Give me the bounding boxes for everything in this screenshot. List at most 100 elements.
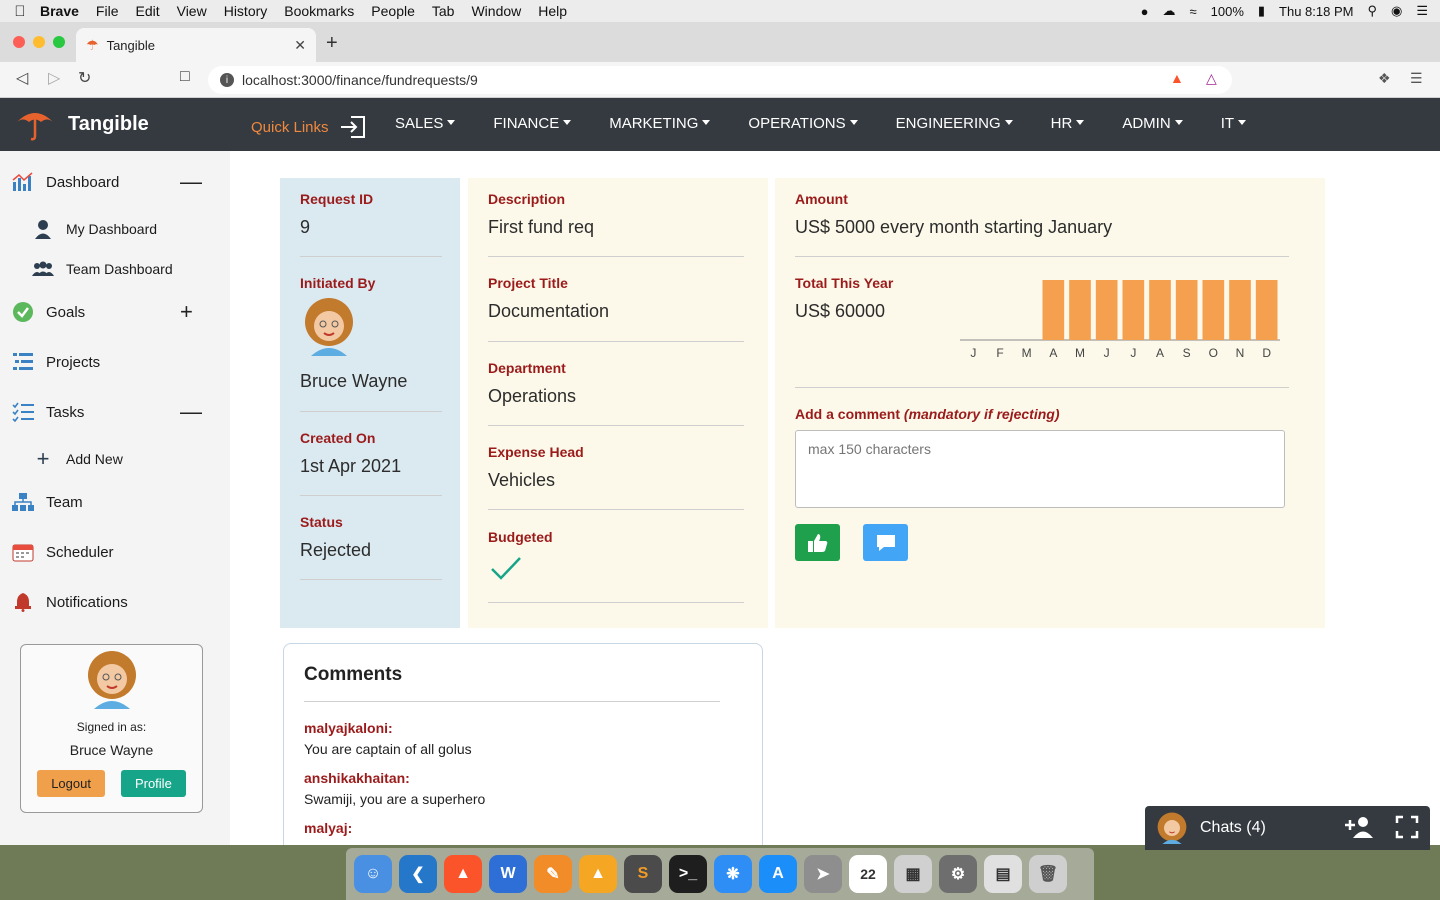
collapse-tasks-icon[interactable]: — — [180, 399, 202, 425]
clock[interactable]: Thu 8:18 PM — [1279, 4, 1353, 19]
trash-icon[interactable]: 🗑 — [1029, 855, 1067, 893]
menu-file[interactable]: File — [96, 3, 119, 19]
sidebar-item-notifications[interactable]: Notifications — [12, 591, 128, 613]
calendar-app-icon[interactable]: 22 — [849, 855, 887, 893]
system-preferences-icon[interactable]: ⚙ — [939, 855, 977, 893]
sidebar-label-dashboard[interactable]: Dashboard — [46, 174, 119, 191]
comment-textarea[interactable] — [795, 430, 1285, 508]
browser-menu-icon[interactable]: ☰ — [1410, 70, 1423, 87]
calculator-icon[interactable]: ▦ — [894, 855, 932, 893]
fullscreen-icon[interactable] — [1395, 815, 1419, 839]
sidebar-item-dashboard[interactable]: Dashboard — [12, 171, 119, 193]
menu-view[interactable]: View — [177, 3, 207, 19]
sign-in-icon[interactable] — [339, 115, 367, 139]
submit-comment-button[interactable] — [863, 524, 908, 561]
word-icon[interactable]: W — [489, 855, 527, 893]
siri-icon[interactable]: ◉ — [1391, 3, 1402, 19]
apple-icon[interactable]:  — [0, 3, 40, 20]
sidebar-item-team[interactable]: Team — [12, 491, 83, 513]
extensions-icon[interactable]: ❖ — [1378, 70, 1391, 87]
spotlight-icon[interactable]: ⚲ — [1367, 3, 1377, 19]
brave-shields-icon[interactable]: ▲ — [1170, 70, 1184, 86]
nav-it[interactable]: IT — [1221, 115, 1246, 132]
sidebar-label-team-dashboard[interactable]: Team Dashboard — [66, 261, 173, 277]
wifi-icon[interactable]: ≈ — [1189, 4, 1196, 19]
sidebar-label-notifications[interactable]: Notifications — [46, 594, 128, 611]
logout-button[interactable]: Logout — [37, 770, 105, 797]
sidebar-label-scheduler[interactable]: Scheduler — [46, 544, 114, 561]
reload-icon[interactable]: ↻ — [78, 68, 91, 88]
sidebar-label-my-dashboard[interactable]: My Dashboard — [66, 221, 157, 237]
nav-sales[interactable]: SALES — [395, 115, 455, 132]
menu-help[interactable]: Help — [538, 3, 567, 19]
finder-icon[interactable]: ☺ — [354, 855, 392, 893]
url-bar[interactable]: i localhost:3000/finance/fundrequests/9 — [208, 66, 1232, 94]
vscode-icon[interactable]: ❮ — [399, 855, 437, 893]
documents-folder-icon[interactable]: ▤ — [984, 855, 1022, 893]
back-icon[interactable]: ◁ — [16, 68, 28, 88]
terminal-icon[interactable]: >_ — [669, 855, 707, 893]
add-user-icon[interactable] — [1345, 815, 1375, 839]
notification-center-icon[interactable]: ☰ — [1416, 3, 1428, 19]
nav-finance[interactable]: FINANCE — [493, 115, 571, 132]
sidebar-item-tasks[interactable]: Tasks — [12, 401, 84, 423]
menu-history[interactable]: History — [224, 3, 268, 19]
sidebar-item-goals[interactable]: Goals — [12, 301, 85, 323]
launchpad-icon[interactable]: ➤ — [804, 855, 842, 893]
menu-tab[interactable]: Tab — [432, 3, 455, 19]
battery-percent[interactable]: 100% — [1211, 4, 1244, 19]
new-tab-icon[interactable]: + — [326, 32, 338, 55]
chat-widget[interactable]: Chats (4) — [1145, 806, 1430, 850]
sidebar-label-tasks[interactable]: Tasks — [46, 404, 84, 421]
pages-icon[interactable]: ✎ — [534, 855, 572, 893]
site-info-icon[interactable]: i — [220, 73, 234, 87]
nav-engineering[interactable]: ENGINEERING — [896, 115, 1013, 132]
quick-links[interactable]: Quick Links — [251, 115, 367, 139]
cloud-icon[interactable]: ☁ — [1162, 3, 1175, 19]
nav-admin[interactable]: ADMIN — [1122, 115, 1182, 132]
vlc-icon[interactable]: ▲ — [579, 855, 617, 893]
comment-text: Swamiji, you are a superhero — [304, 791, 486, 807]
menu-bookmarks[interactable]: Bookmarks — [284, 3, 354, 19]
maximize-window-button[interactable] — [53, 36, 65, 48]
safari-icon[interactable]: ❋ — [714, 855, 752, 893]
sidebar-label-projects[interactable]: Projects — [46, 354, 100, 371]
brand-name[interactable]: Tangible — [68, 113, 149, 136]
menu-app-name[interactable]: Brave — [40, 3, 79, 19]
sidebar-item-projects[interactable]: Projects — [12, 351, 100, 373]
browser-tab[interactable]: ☂ Tangible ✕ — [76, 28, 316, 62]
evernote-icon[interactable]: ● — [1141, 4, 1149, 19]
close-window-button[interactable] — [13, 36, 25, 48]
forward-icon[interactable]: ▷ — [48, 68, 60, 88]
collapse-dashboard-icon[interactable]: — — [180, 169, 202, 195]
approve-button[interactable] — [795, 524, 840, 561]
bookmark-icon[interactable]: □ — [180, 68, 190, 86]
battery-icon[interactable]: ▮ — [1258, 3, 1265, 19]
menu-people[interactable]: People — [371, 3, 415, 19]
sidebar-item-add-new[interactable]: + Add New — [32, 446, 123, 471]
chat-label[interactable]: Chats (4) — [1200, 819, 1266, 837]
created-on-value: 1st Apr 2021 — [300, 456, 402, 476]
brand[interactable]: Tangible — [14, 106, 149, 142]
nav-hr[interactable]: HR — [1051, 115, 1085, 132]
url-text[interactable]: localhost:3000/finance/fundrequests/9 — [242, 72, 478, 88]
sidebar-item-scheduler[interactable]: Scheduler — [12, 541, 114, 563]
close-tab-icon[interactable]: ✕ — [294, 37, 306, 54]
nav-operations[interactable]: OPERATIONS — [748, 115, 857, 132]
menu-window[interactable]: Window — [471, 3, 521, 19]
profile-button[interactable]: Profile — [120, 770, 186, 797]
sidebar-label-add-new[interactable]: Add New — [66, 451, 123, 467]
brave-browser-icon[interactable]: ▲ — [444, 855, 482, 893]
brave-rewards-icon[interactable]: △ — [1206, 70, 1217, 87]
sidebar-item-my-dashboard[interactable]: My Dashboard — [32, 218, 157, 240]
quick-links-label[interactable]: Quick Links — [251, 119, 329, 136]
sidebar-label-goals[interactable]: Goals — [46, 304, 85, 321]
minimize-window-button[interactable] — [33, 36, 45, 48]
sidebar-item-team-dashboard[interactable]: Team Dashboard — [32, 258, 173, 280]
menu-edit[interactable]: Edit — [135, 3, 159, 19]
sidebar-label-team[interactable]: Team — [46, 494, 83, 511]
nav-marketing[interactable]: MARKETING — [609, 115, 710, 132]
sublime-text-icon[interactable]: S — [624, 855, 662, 893]
expand-goals-icon[interactable]: + — [180, 299, 193, 325]
app-store-icon[interactable]: A — [759, 855, 797, 893]
